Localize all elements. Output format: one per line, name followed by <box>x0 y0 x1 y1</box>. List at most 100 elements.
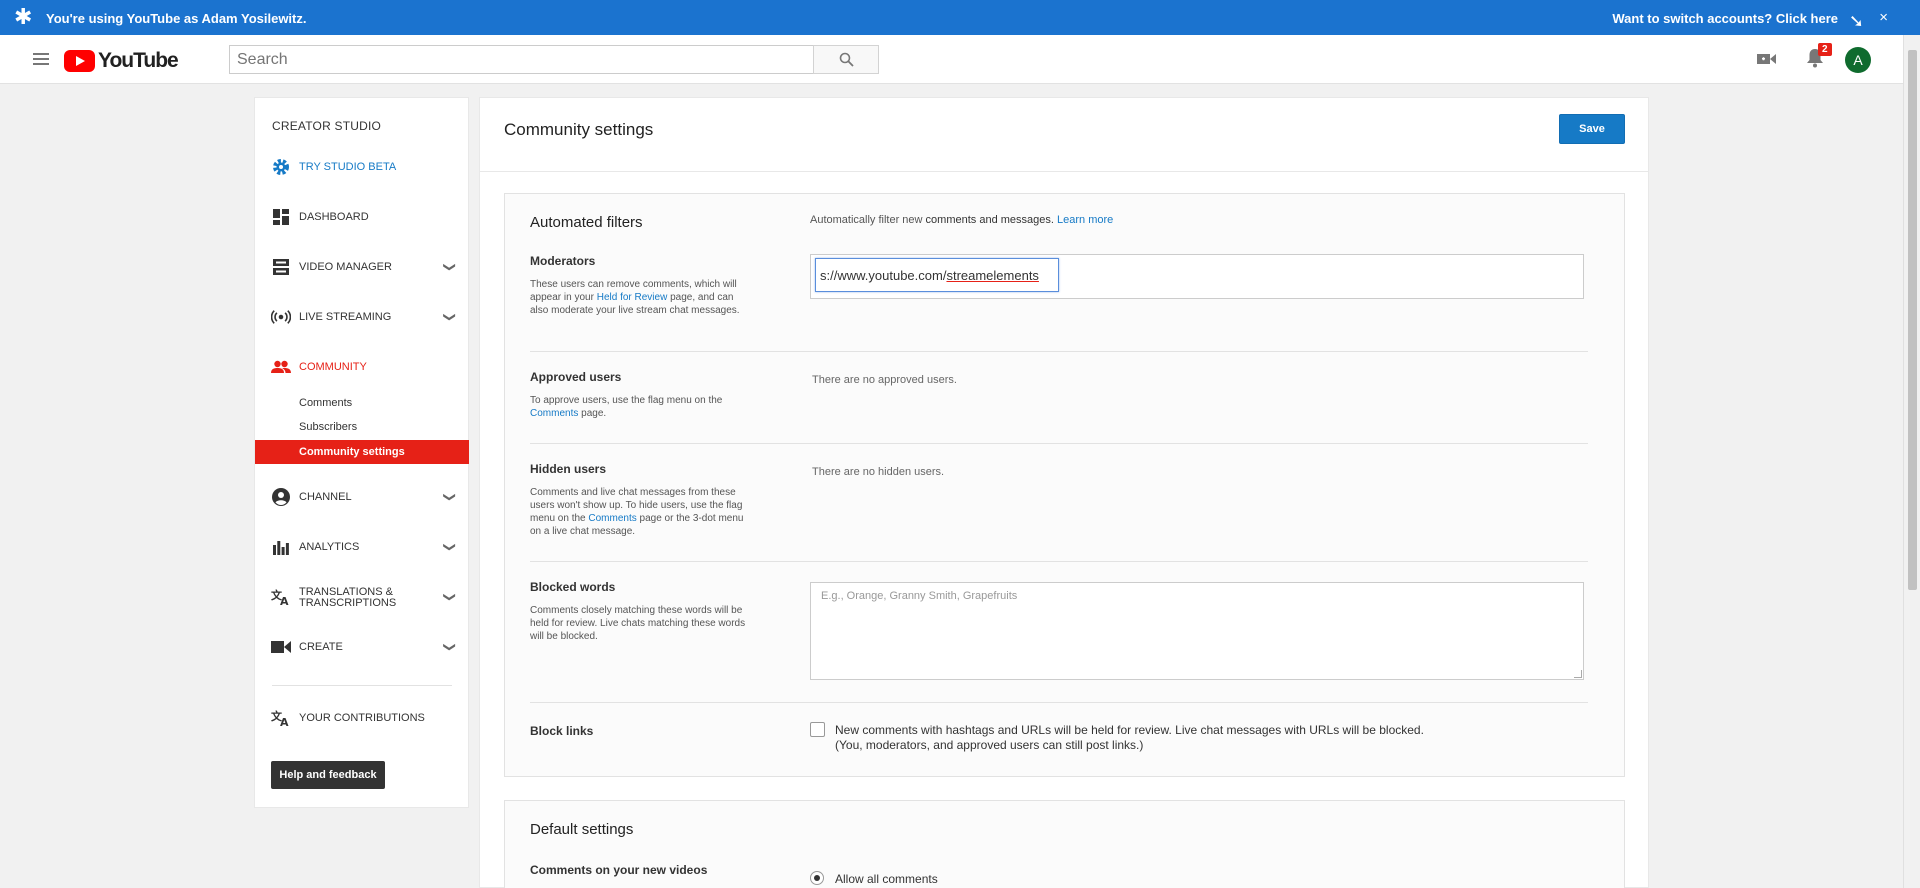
community-icon <box>271 357 291 377</box>
sidebar-item-your-contributions[interactable]: 文A YOUR CONTRIBUTIONS <box>255 707 468 729</box>
scrollbar[interactable] <box>1903 35 1920 888</box>
moderator-input[interactable]: s://www.youtube.com/streamelements <box>815 258 1059 292</box>
held-for-review-link[interactable]: Held for Review <box>597 292 668 303</box>
star-icon: ✱ <box>14 4 33 29</box>
contributions-icon: 文A <box>271 708 291 728</box>
scrollbar-thumb[interactable] <box>1908 50 1917 590</box>
sidebar-divider <box>272 685 452 686</box>
sidebar-sub-subscribers[interactable]: Subscribers <box>299 421 357 433</box>
sidebar-item-label: YOUR CONTRIBUTIONS <box>299 712 425 724</box>
sidebar-item-dashboard[interactable]: DASHBOARD <box>255 206 468 228</box>
account-banner: ✱ You're using YouTube as Adam Yosilewit… <box>0 0 1920 35</box>
moderators-field[interactable]: s://www.youtube.com/streamelements <box>810 254 1584 299</box>
moderators-label: Moderators <box>530 254 596 268</box>
sidebar-item-label: CHANNEL <box>299 491 352 503</box>
section-description: Automatically filter new comments and me… <box>810 214 1114 226</box>
sidebar-item-community[interactable]: COMMUNITY <box>255 356 468 378</box>
arrow-icon: ➘ <box>1848 11 1864 31</box>
sidebar-item-label: TRY STUDIO BETA <box>299 161 397 173</box>
youtube-logo[interactable]: YouTube <box>64 49 179 73</box>
masthead: YouTube 2 A <box>0 35 1903 84</box>
hidden-users-help: Comments and live chat messages from the… <box>530 487 744 537</box>
sidebar-item-analytics[interactable]: ANALYTICS ❯ <box>255 536 468 558</box>
sidebar-item-label: CREATE <box>299 641 343 653</box>
comments-link[interactable]: Comments <box>588 513 636 524</box>
learn-more-link[interactable]: Learn more <box>1057 214 1113 226</box>
chevron-down-icon[interactable]: ❯ <box>443 492 457 502</box>
sidebar: CREATOR STUDIO TRY STUDIO BETA DASHBOARD… <box>254 97 469 808</box>
create-icon <box>271 637 291 657</box>
row-divider <box>530 443 1588 444</box>
sidebar-item-live-streaming[interactable]: LIVE STREAMING ❯ <box>255 306 468 328</box>
section-title: Default settings <box>530 821 634 838</box>
comments-link[interactable]: Comments <box>530 408 578 419</box>
dashboard-icon <box>271 207 291 227</box>
gear-icon <box>271 157 291 177</box>
sidebar-item-label: DASHBOARD <box>299 211 369 223</box>
sidebar-item-try-studio-beta[interactable]: TRY STUDIO BETA <box>255 156 468 178</box>
video-manager-icon <box>271 257 291 277</box>
sidebar-item-channel[interactable]: CHANNEL ❯ <box>255 486 468 508</box>
approved-users-value: There are no approved users. <box>812 374 957 386</box>
help-feedback-button[interactable]: Help and feedback <box>271 761 385 789</box>
chevron-down-icon[interactable]: ❯ <box>443 542 457 552</box>
section-title: Automated filters <box>530 214 643 231</box>
avatar[interactable]: A <box>1845 47 1871 73</box>
chevron-down-icon[interactable]: ❯ <box>443 592 457 602</box>
allow-all-comments-radio[interactable] <box>810 871 824 885</box>
sidebar-sub-comments[interactable]: Comments <box>299 397 352 409</box>
hidden-users-value: There are no hidden users. <box>812 466 945 478</box>
chevron-down-icon[interactable]: ❯ <box>443 262 457 272</box>
svg-text:A: A <box>280 595 289 606</box>
live-streaming-icon <box>271 307 291 327</box>
main-content: Community settings Save Automated filter… <box>479 97 1649 888</box>
sidebar-sub-community-settings[interactable]: Community settings <box>255 440 469 464</box>
chevron-down-icon[interactable]: ❯ <box>443 642 457 652</box>
header-divider <box>480 171 1648 172</box>
sidebar-title: CREATOR STUDIO <box>272 119 382 133</box>
logo-text: YouTube <box>98 49 179 72</box>
approved-users-label: Approved users <box>530 370 622 384</box>
notification-badge: 2 <box>1818 43 1832 56</box>
sidebar-item-label-line2: TRANSCRIPTIONS <box>299 597 397 609</box>
analytics-icon <box>271 537 291 557</box>
row-divider <box>530 351 1588 352</box>
row-divider <box>530 702 1588 703</box>
page-title: Community settings <box>504 120 654 139</box>
save-button[interactable]: Save <box>1559 114 1625 144</box>
blocked-words-help: Comments closely matching these words wi… <box>530 605 746 642</box>
close-icon[interactable]: × <box>1879 10 1888 25</box>
switch-accounts-link[interactable]: Want to switch accounts? Click here <box>1612 11 1838 26</box>
sidebar-item-label: COMMUNITY <box>299 361 367 373</box>
sidebar-item-create[interactable]: CREATE ❯ <box>255 636 468 658</box>
channel-icon <box>271 487 291 507</box>
automated-filters-panel: Automated filters Automatically filter n… <box>504 193 1625 777</box>
approved-users-help: To approve users, use the flag menu on t… <box>530 395 723 419</box>
comments-new-videos-label: Comments on your new videos <box>530 863 708 877</box>
banner-message: You're using YouTube as Adam Yosilewitz. <box>46 11 307 26</box>
default-settings-panel: Default settings Comments on your new vi… <box>504 800 1625 888</box>
sidebar-sub-label: Community settings <box>299 446 405 458</box>
row-divider <box>530 561 1588 562</box>
search-icon <box>839 52 854 67</box>
play-icon <box>64 50 95 72</box>
sidebar-item-video-manager[interactable]: VIDEO MANAGER ❯ <box>255 256 468 278</box>
sidebar-item-label: VIDEO MANAGER <box>299 261 392 273</box>
menu-icon[interactable] <box>33 53 49 65</box>
blocked-words-placeholder: E.g., Orange, Granny Smith, Grapefruits <box>821 590 1018 602</box>
block-links-checkbox[interactable] <box>810 722 825 737</box>
sidebar-item-label: ANALYTICS <box>299 541 360 553</box>
sidebar-item-translations[interactable]: 文A TRANSLATIONS & TRANSCRIPTIONS ❯ <box>255 586 468 609</box>
search-button[interactable] <box>813 45 879 74</box>
resize-handle-icon[interactable] <box>1574 670 1582 678</box>
chevron-down-icon[interactable]: ❯ <box>443 312 457 322</box>
blocked-words-textarea[interactable]: E.g., Orange, Granny Smith, Grapefruits <box>810 582 1584 680</box>
svg-text:A: A <box>280 716 289 727</box>
moderators-help: These users can remove comments, which w… <box>530 279 740 316</box>
blocked-words-label: Blocked words <box>530 580 616 594</box>
search-input[interactable] <box>229 45 814 74</box>
upload-video-icon[interactable] <box>1757 51 1777 67</box>
hidden-users-label: Hidden users <box>530 462 607 476</box>
sidebar-item-label: LIVE STREAMING <box>299 311 392 323</box>
block-links-label: Block links <box>530 724 594 738</box>
